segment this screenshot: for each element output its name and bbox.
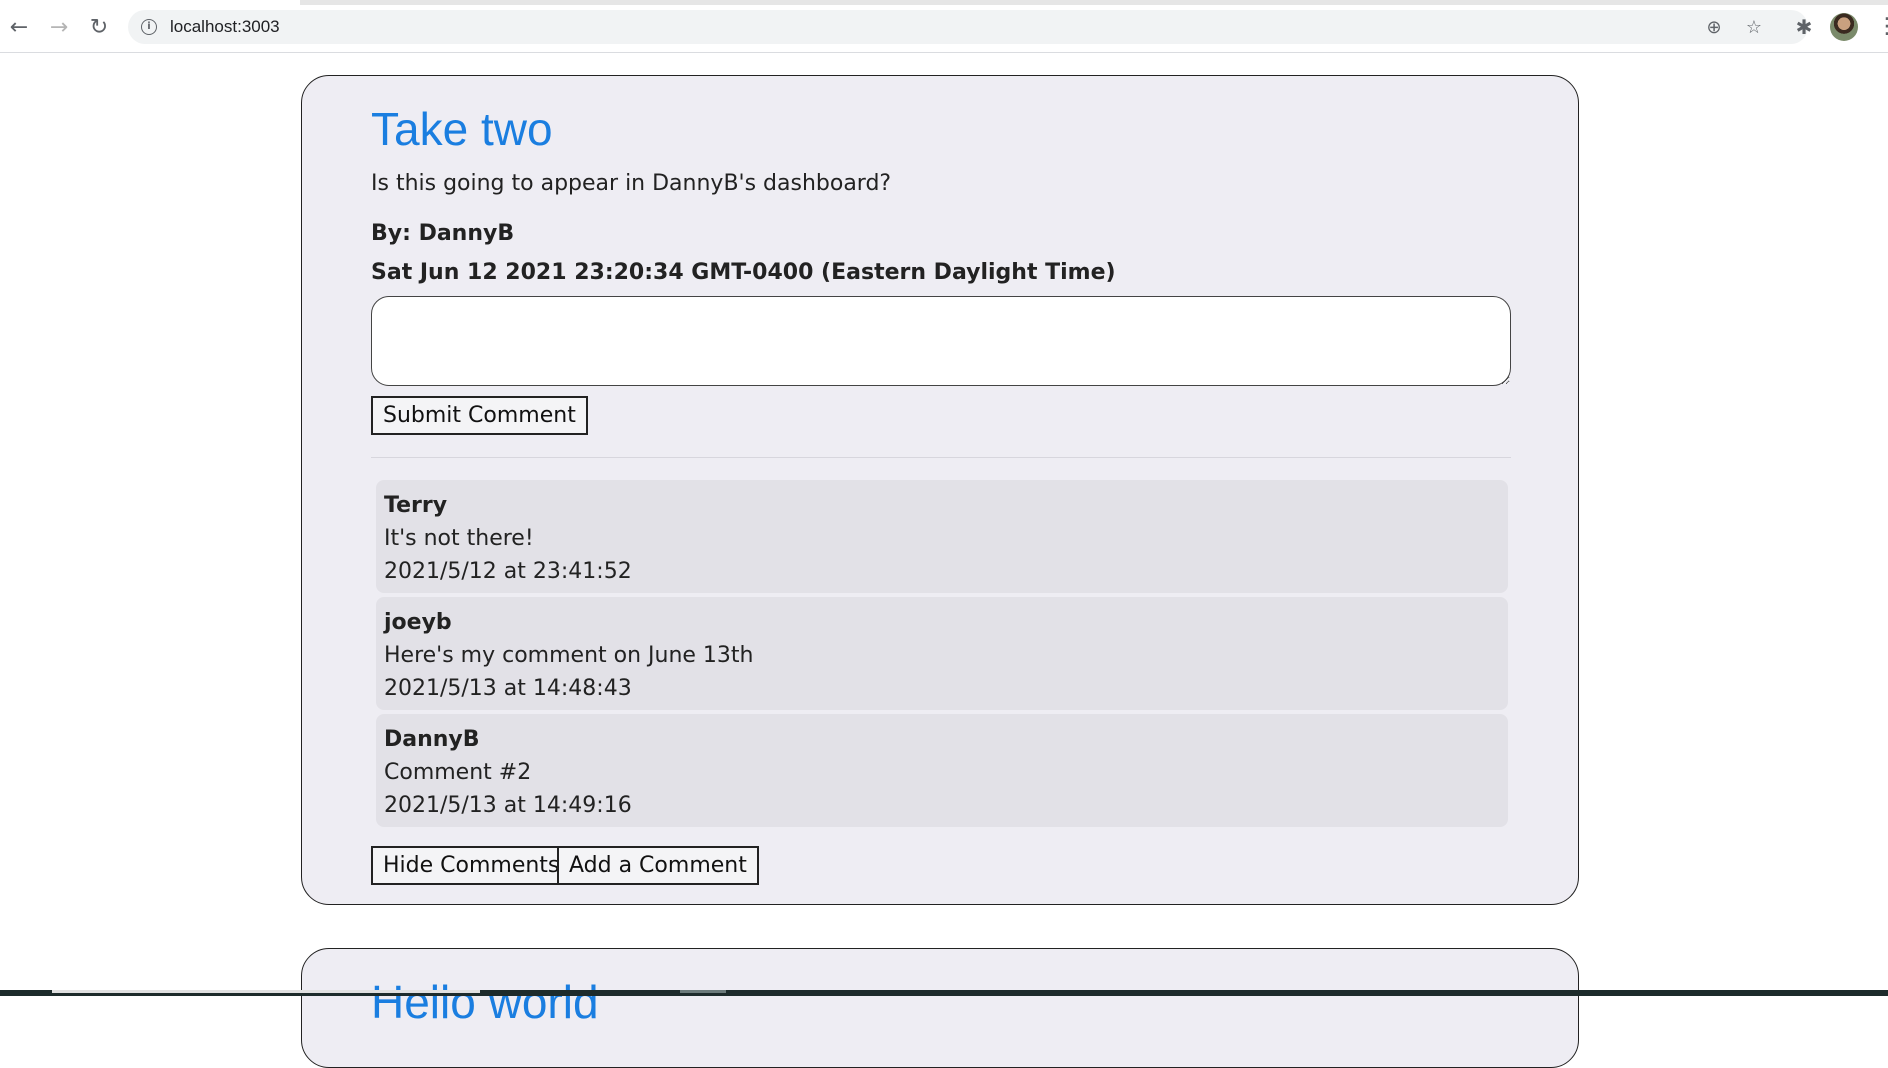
comment-textarea[interactable] <box>371 296 1511 386</box>
post-title[interactable]: Take two <box>371 102 553 156</box>
comment-timestamp: 2021/5/12 at 23:41:52 <box>384 559 632 584</box>
profile-avatar[interactable] <box>1830 13 1858 41</box>
os-taskbar <box>0 990 1888 996</box>
next-post-card: Hello world <box>301 948 1579 1068</box>
site-info-icon[interactable]: i <box>141 19 157 35</box>
comment-author: Terry <box>384 493 448 518</box>
post-body: Is this going to appear in DannyB's dash… <box>371 171 892 196</box>
reload-icon[interactable]: ↻ <box>84 12 114 42</box>
comment-text: It's not there! <box>384 526 534 551</box>
comments-list: Terry It's not there! 2021/5/12 at 23:41… <box>376 480 1508 831</box>
forward-icon[interactable]: → <box>44 12 74 42</box>
post-card: Take two Is this going to appear in Dann… <box>301 75 1579 905</box>
comment-timestamp: 2021/5/13 at 14:49:16 <box>384 793 632 818</box>
url-text[interactable]: localhost:3003 <box>170 17 280 37</box>
comment-author: DannyB <box>384 727 480 752</box>
comment-item: joeyb Here's my comment on June 13th 202… <box>376 597 1508 710</box>
comment-item: Terry It's not there! 2021/5/12 at 23:41… <box>376 480 1508 593</box>
taskbar-item[interactable] <box>52 990 480 993</box>
post-date: Sat Jun 12 2021 23:20:34 GMT-0400 (Easte… <box>371 260 1116 285</box>
post-author: By: DannyB <box>371 221 515 246</box>
browser-toolbar: ← → ↻ i localhost:3003 ⊕ ☆ ✱ ⋮ <box>0 0 1888 53</box>
back-icon[interactable]: ← <box>4 12 34 42</box>
divider <box>371 457 1511 458</box>
address-bar[interactable]: i localhost:3003 ⊕ ☆ <box>128 10 1808 44</box>
submit-comment-button[interactable]: Submit Comment <box>371 396 588 435</box>
browser-menu-icon[interactable]: ⋮ <box>1876 14 1888 40</box>
comment-timestamp: 2021/5/13 at 14:48:43 <box>384 676 632 701</box>
comment-text: Here's my comment on June 13th <box>384 643 754 668</box>
comment-text: Comment #2 <box>384 760 532 785</box>
comment-author: joeyb <box>384 610 452 635</box>
tab-strip-edge <box>300 0 1888 5</box>
next-post-title[interactable]: Hello world <box>371 975 599 1029</box>
taskbar-item[interactable] <box>680 990 726 993</box>
extensions-icon[interactable]: ✱ <box>1790 13 1818 41</box>
add-comment-button[interactable]: Add a Comment <box>557 846 759 885</box>
hide-comments-button[interactable]: Hide Comments <box>371 846 572 885</box>
zoom-icon[interactable]: ⊕ <box>1702 15 1726 39</box>
bookmark-star-icon[interactable]: ☆ <box>1742 15 1766 39</box>
comment-item: DannyB Comment #2 2021/5/13 at 14:49:16 <box>376 714 1508 827</box>
